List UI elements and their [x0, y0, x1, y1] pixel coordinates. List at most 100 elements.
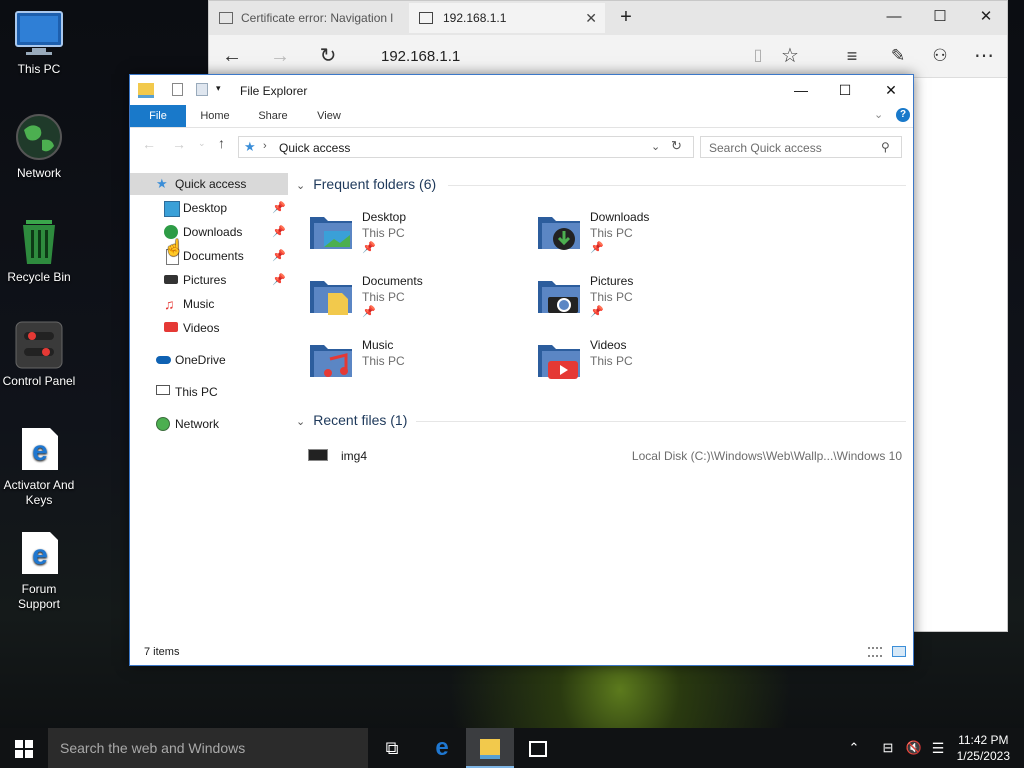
- favorite-star-icon[interactable]: ☆: [777, 43, 803, 69]
- nav-item-label: Downloads: [183, 225, 243, 239]
- pin-icon: 📌: [362, 306, 376, 318]
- taskbar-search-box[interactable]: Search the web and Windows: [48, 728, 368, 768]
- taskbar-clock[interactable]: 11:42 PM 1/25/2023: [957, 732, 1010, 764]
- address-bar[interactable]: ★ › Quick access ⌄ ↻: [238, 136, 694, 158]
- share-icon[interactable]: ⚇: [927, 43, 953, 69]
- collapse-chevron-icon: ⌄: [296, 180, 306, 192]
- store-taskbar-icon[interactable]: [514, 728, 562, 768]
- desktop-icon-network[interactable]: Network: [0, 112, 78, 181]
- reading-view-icon[interactable]: ▯: [745, 43, 771, 69]
- desktop-icon-forum-support[interactable]: e Forum Support: [0, 528, 78, 612]
- expand-ribbon-icon[interactable]: ⌄: [874, 108, 883, 121]
- action-center-icon[interactable]: ☰: [926, 728, 950, 768]
- folder-tile-desktop[interactable]: Desktop This PC 📌: [308, 207, 528, 263]
- monitor-icon: [14, 8, 64, 58]
- volume-muted-icon[interactable]: 🔇: [902, 728, 926, 768]
- svg-text:e: e: [32, 435, 48, 466]
- folder-location: This PC: [590, 290, 633, 304]
- ribbon-tab-share[interactable]: Share: [248, 105, 298, 127]
- frequent-folders-header[interactable]: ⌄ Frequent folders (6): [296, 176, 436, 192]
- desktop-icon-label: This PC: [17, 62, 61, 76]
- folder-tile-documents[interactable]: Documents This PC 📌: [308, 271, 528, 327]
- forward-icon[interactable]: →: [267, 43, 293, 69]
- nav-item-videos[interactable]: Videos: [130, 317, 288, 339]
- show-hidden-icons-chevron-icon[interactable]: ⌃: [842, 728, 866, 768]
- desktop-icon-this-pc[interactable]: This PC: [0, 8, 78, 77]
- back-arrow-icon[interactable]: ←: [142, 136, 156, 152]
- image-thumbnail-icon: [308, 449, 328, 461]
- nav-item-downloads[interactable]: Downloads 📌: [130, 221, 288, 243]
- chevron-down-icon[interactable]: ▾: [216, 83, 221, 94]
- minimize-button[interactable]: —: [871, 1, 917, 33]
- desktop-icon-activator[interactable]: e Activator And Keys: [0, 424, 78, 508]
- explorer-maximize-button[interactable]: ☐: [822, 75, 868, 105]
- details-view-icon[interactable]: [868, 647, 882, 657]
- collapse-chevron-icon: ⌄: [296, 416, 306, 428]
- pin-icon: 📌: [272, 250, 286, 262]
- back-icon[interactable]: ←: [219, 43, 245, 69]
- music-note-icon: ♫: [164, 296, 175, 312]
- forward-arrow-icon[interactable]: →: [172, 136, 186, 152]
- close-tab-icon[interactable]: ✕: [585, 10, 597, 27]
- ribbon-tab-file[interactable]: File: [130, 105, 186, 127]
- edge-taskbar-icon[interactable]: e: [418, 728, 466, 768]
- address-refresh-icon[interactable]: ↻: [671, 138, 682, 154]
- file-explorer-taskbar-icon[interactable]: [466, 728, 514, 768]
- desktop-icon-control-panel[interactable]: Control Panel: [0, 320, 78, 389]
- nav-item-quick-access[interactable]: ★ Quick access: [130, 173, 288, 195]
- large-icons-view-icon[interactable]: [892, 646, 906, 657]
- nav-item-pictures[interactable]: Pictures 📌: [130, 269, 288, 291]
- nav-item-this-pc[interactable]: This PC: [130, 381, 288, 403]
- web-note-icon[interactable]: ✎: [885, 43, 911, 69]
- folder-tile-videos[interactable]: Videos This PC: [536, 335, 756, 391]
- recent-locations-icon[interactable]: ⌄: [198, 138, 206, 149]
- maximize-button[interactable]: ☐: [917, 1, 963, 33]
- section-title: Frequent folders (6): [313, 176, 437, 192]
- search-box[interactable]: Search Quick access ⚲: [700, 136, 902, 158]
- nav-item-network[interactable]: Network: [130, 413, 288, 435]
- new-tab-button[interactable]: +: [603, 1, 649, 33]
- folder-name: Downloads: [590, 210, 650, 224]
- recent-files-header[interactable]: ⌄ Recent files (1): [296, 412, 407, 428]
- navigation-pane: ★ Quick access Desktop 📌 Downloads 📌 Doc…: [130, 173, 288, 633]
- nav-item-label: This PC: [175, 385, 218, 399]
- task-view-icon[interactable]: ⧉: [368, 728, 416, 768]
- nav-item-desktop[interactable]: Desktop 📌: [130, 197, 288, 219]
- folder-tile-pictures[interactable]: Pictures This PC 📌: [536, 271, 756, 327]
- network-tray-icon[interactable]: ⊟: [876, 728, 900, 768]
- nav-item-label: Network: [175, 417, 220, 431]
- nav-item-onedrive[interactable]: OneDrive: [130, 349, 288, 371]
- desktop-icon-label: Recycle Bin: [7, 270, 71, 284]
- recent-file-row[interactable]: img4 Local Disk (C:)\Windows\Web\Wallp..…: [306, 447, 906, 465]
- hub-icon[interactable]: ≡: [839, 43, 865, 69]
- close-button[interactable]: ✕: [963, 1, 1009, 33]
- status-bar: 7 items: [130, 641, 913, 665]
- new-folder-icon[interactable]: [196, 83, 208, 96]
- recent-file-path: Local Disk (C:)\Windows\Web\Wallp...\Win…: [631, 449, 902, 463]
- folder-tile-downloads[interactable]: Downloads This PC 📌: [536, 207, 756, 263]
- folder-name: Videos: [590, 338, 627, 352]
- browser-tab-certificate-error[interactable]: Certificate error: Navigation l: [209, 3, 407, 33]
- explorer-minimize-button[interactable]: —: [778, 75, 824, 105]
- desktop-icon-recycle-bin[interactable]: Recycle Bin: [0, 216, 78, 285]
- music-folder-icon: [310, 345, 352, 377]
- shopping-bag-icon: [529, 741, 547, 758]
- refresh-icon[interactable]: ↻: [315, 43, 341, 69]
- ribbon-tab-home[interactable]: Home: [190, 105, 240, 127]
- folder-tile-music[interactable]: Music This PC: [308, 335, 528, 391]
- ribbon-tab-view[interactable]: View: [304, 105, 354, 127]
- folder-location: This PC: [362, 226, 405, 240]
- up-arrow-icon[interactable]: ↑: [218, 135, 225, 151]
- video-play-icon: [164, 322, 178, 332]
- start-button[interactable]: [0, 728, 48, 768]
- help-icon[interactable]: ?: [896, 108, 910, 122]
- nav-item-music[interactable]: ♫ Music: [130, 293, 288, 315]
- browser-tab-active[interactable]: 192.168.1.1 ✕: [409, 3, 605, 33]
- download-icon: [164, 225, 178, 239]
- more-icon[interactable]: ⋯: [971, 43, 997, 69]
- nav-item-documents[interactable]: Documents 📌: [130, 245, 288, 267]
- properties-icon[interactable]: [172, 83, 183, 96]
- nav-item-label: Music: [183, 297, 215, 311]
- explorer-close-button[interactable]: ✕: [868, 75, 914, 105]
- address-dropdown-icon[interactable]: ⌄: [651, 140, 660, 153]
